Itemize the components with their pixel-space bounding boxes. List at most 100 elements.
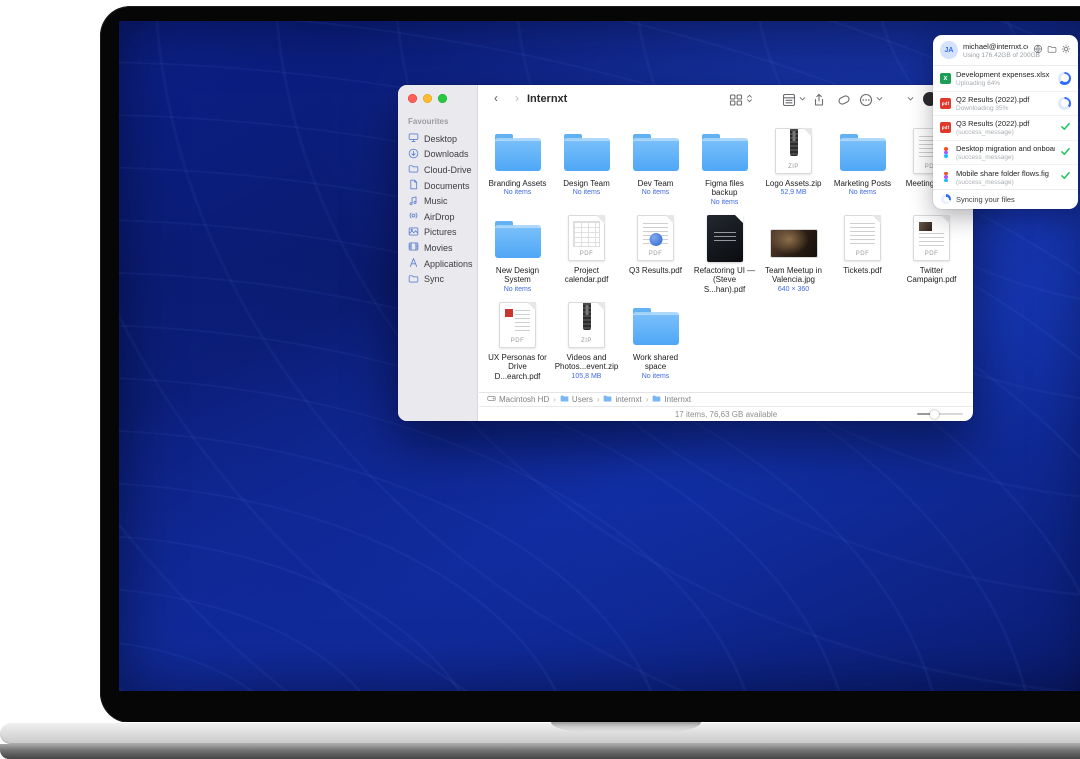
chevron-down-icon[interactable] bbox=[874, 93, 885, 104]
chevron-down-icon[interactable] bbox=[905, 93, 916, 104]
pdf-file-icon: pdf bbox=[940, 98, 951, 109]
path-segment[interactable]: internxt bbox=[603, 394, 641, 405]
pdf-file-icon: pdf bbox=[940, 122, 951, 133]
folder-icon bbox=[564, 138, 610, 171]
file-item[interactable]: PDFTickets.pdf bbox=[828, 208, 897, 295]
account-avatar[interactable]: JA bbox=[940, 41, 958, 59]
file-type-badge: PDF bbox=[918, 251, 945, 257]
file-item[interactable]: Branding AssetsNo items bbox=[483, 121, 552, 208]
window-title: Internxt bbox=[527, 93, 567, 105]
music-icon bbox=[408, 195, 419, 208]
file-item[interactable]: PDF Project calendar.pdf bbox=[552, 208, 621, 295]
sidebar-item-desktop[interactable]: Desktop bbox=[408, 131, 477, 147]
sidebar-item-label: Music bbox=[424, 196, 448, 206]
file-type-badge: ZIP bbox=[573, 338, 600, 344]
group-by-icon[interactable] bbox=[782, 93, 796, 107]
document-icon: ZIP bbox=[775, 128, 812, 174]
sidebar-item-applications[interactable]: Applications bbox=[408, 256, 477, 272]
path-segment[interactable]: Macintosh HD bbox=[487, 394, 549, 405]
globe-icon[interactable] bbox=[1033, 41, 1043, 59]
zoom-button[interactable] bbox=[438, 94, 447, 103]
sidebar-item-airdrop[interactable]: AirDrop bbox=[408, 209, 477, 225]
transfer-list: xDevelopment expenses.xlsxUploading 64%p… bbox=[933, 65, 1078, 189]
file-item[interactable]: Refactoring UI — (Steve S...han).pdf bbox=[690, 208, 759, 295]
minimize-button[interactable] bbox=[423, 94, 432, 103]
file-name: Project calendar.pdf bbox=[554, 266, 620, 285]
sidebar-item-sync[interactable]: Sync bbox=[408, 271, 477, 287]
sidebar-item-label: Desktop bbox=[424, 134, 457, 144]
sidebar-item-cloud-drive[interactable]: Cloud-Drive bbox=[408, 162, 477, 178]
path-label: Users bbox=[572, 395, 593, 404]
transfer-item[interactable]: pdfQ3 Results (2022).pdf(success_message… bbox=[933, 115, 1078, 140]
document-icon: PDF bbox=[637, 215, 674, 261]
file-icon-area bbox=[495, 212, 541, 264]
sidebar-item-documents[interactable]: Documents bbox=[408, 178, 477, 194]
finder-sidebar: Favourites Desktop DownloadsCloud-Drive Do… bbox=[398, 85, 478, 421]
finder-main: ‹ › Internxt Branding AssetsNo itemsDesi… bbox=[479, 85, 973, 421]
document-icon: PDF bbox=[499, 302, 536, 348]
file-item[interactable]: New Design SystemNo items bbox=[483, 208, 552, 295]
file-item[interactable]: ZIPLogo Assets.zip52,9 MB bbox=[759, 121, 828, 208]
file-icon-area bbox=[702, 125, 748, 177]
file-item[interactable]: PDFUX Personas for Drive D...earch.pdf bbox=[483, 295, 552, 382]
downloads-icon bbox=[408, 148, 419, 161]
file-name: New Design System bbox=[485, 266, 551, 285]
share-icon[interactable] bbox=[812, 93, 826, 107]
file-name: Design Team bbox=[554, 179, 620, 188]
back-button[interactable]: ‹ bbox=[488, 91, 504, 105]
status-text: 17 items, 76,63 GB available bbox=[675, 410, 777, 419]
gear-icon[interactable] bbox=[1061, 41, 1071, 59]
file-item[interactable]: PDFQ3 Results.pdf bbox=[621, 208, 690, 295]
file-icon-area bbox=[771, 212, 817, 264]
file-grid: Branding AssetsNo itemsDesign TeamNo ite… bbox=[483, 121, 967, 382]
transfer-item[interactable]: pdfQ2 Results (2022).pdfDownloading 35% bbox=[933, 91, 1078, 116]
icon-size-slider[interactable] bbox=[917, 413, 963, 415]
path-segment[interactable]: Internxt bbox=[652, 394, 691, 405]
file-item[interactable]: ZIPVideos and Photos...event.zip105,8 MB bbox=[552, 295, 621, 382]
file-name: Work shared space bbox=[623, 353, 689, 372]
document-icon bbox=[408, 179, 419, 192]
action-menu-icon[interactable] bbox=[859, 93, 873, 107]
file-item[interactable]: Marketing PostsNo items bbox=[828, 121, 897, 208]
chevron-down-icon[interactable] bbox=[797, 93, 808, 104]
file-type-badge: PDF bbox=[849, 251, 876, 257]
sidebar-item-pictures[interactable]: Pictures bbox=[408, 225, 477, 241]
path-separator: › bbox=[646, 395, 649, 404]
file-item[interactable]: Figma files backupNo items bbox=[690, 121, 759, 208]
forward-button[interactable]: › bbox=[509, 91, 525, 105]
sidebar-section-label: Favourites bbox=[408, 117, 477, 126]
close-button[interactable] bbox=[408, 94, 417, 103]
file-item[interactable]: Design TeamNo items bbox=[552, 121, 621, 208]
folder-icon[interactable] bbox=[1047, 41, 1057, 59]
tag-icon[interactable] bbox=[837, 93, 851, 107]
transfer-status: (success_message) bbox=[956, 154, 1055, 161]
file-icon-area bbox=[495, 125, 541, 177]
path-separator: › bbox=[597, 395, 600, 404]
transfer-item[interactable]: xDevelopment expenses.xlsxUploading 64% bbox=[933, 66, 1078, 91]
transfer-item[interactable]: Mobile share folder flows.fig(success_me… bbox=[933, 164, 1078, 189]
sync-popup-footer: Syncing your files bbox=[933, 189, 1078, 209]
file-item[interactable]: PDFTwitter Campaign.pdf bbox=[897, 208, 966, 295]
transfer-item[interactable]: Desktop migration and onboardi...(succes… bbox=[933, 140, 1078, 165]
file-icon-area bbox=[707, 212, 743, 264]
laptop-deck bbox=[0, 722, 1080, 744]
slider-knob[interactable] bbox=[930, 410, 939, 419]
file-item[interactable]: Team Meetup in Valencia.jpg640 × 360 bbox=[759, 208, 828, 295]
view-grid-icon[interactable] bbox=[729, 93, 743, 107]
file-type-badge: PDF bbox=[642, 251, 669, 257]
file-icon-area: PDF bbox=[568, 212, 605, 264]
sidebar-item-music[interactable]: Music bbox=[408, 193, 477, 209]
sidebar-item-label: Documents bbox=[424, 181, 470, 191]
folder-icon bbox=[408, 273, 419, 286]
sidebar-item-label: Sync bbox=[424, 274, 444, 284]
file-item[interactable]: Dev TeamNo items bbox=[621, 121, 690, 208]
file-icon-area bbox=[633, 125, 679, 177]
applications-icon bbox=[408, 257, 419, 270]
file-name: Dev Team bbox=[623, 179, 689, 188]
file-item[interactable]: Work shared spaceNo items bbox=[621, 295, 690, 382]
fig-file-icon bbox=[940, 147, 951, 158]
sidebar-item-movies[interactable]: Movies bbox=[408, 240, 477, 256]
path-segment[interactable]: Users bbox=[560, 394, 593, 405]
sidebar-item-downloads[interactable]: Downloads bbox=[408, 147, 477, 163]
sort-chevrons-icon[interactable] bbox=[744, 93, 755, 104]
